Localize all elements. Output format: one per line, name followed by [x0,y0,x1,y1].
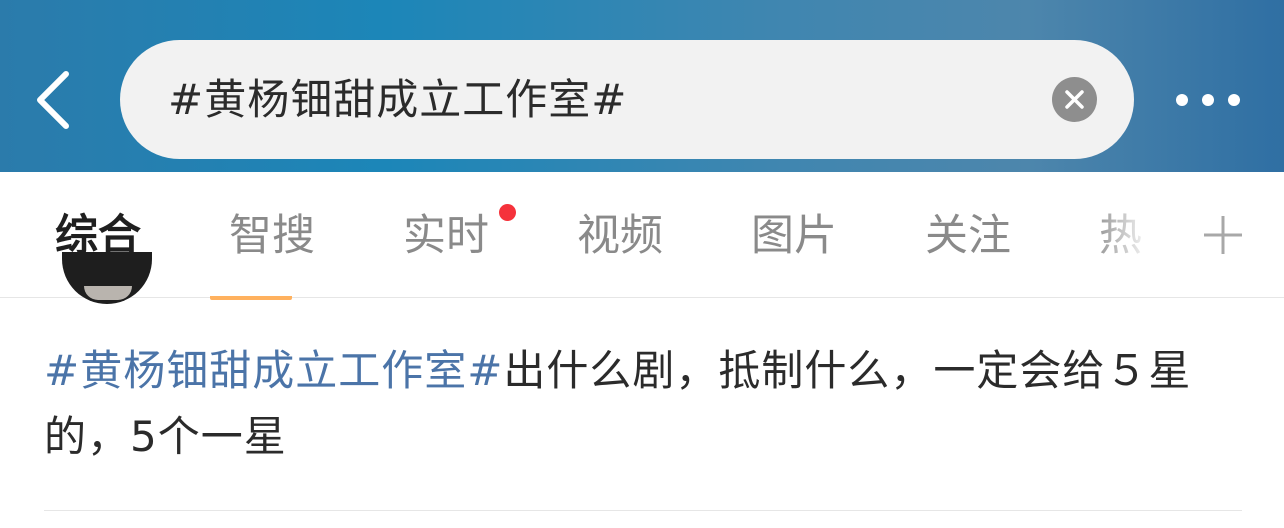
avatar-image [84,286,132,300]
tab-video[interactable]: 视频 [577,208,663,264]
search-input[interactable]: #黄杨钿甜成立工作室# [120,40,1134,159]
chevron-left-icon [37,71,69,129]
tab-smart-search[interactable]: 智搜 [229,208,315,264]
hashtag-link[interactable]: #黄杨钿甜成立工作室# [44,346,503,395]
more-dots-icon [1176,94,1240,106]
tab-following[interactable]: 关注 [925,208,1011,264]
top-header: #黄杨钿甜成立工作室# [0,0,1284,172]
close-icon [1065,90,1084,109]
plus-icon [1204,216,1242,254]
tab-bar: 综合 智搜 实时 视频 图片 关注 热 [0,172,1284,298]
member-badge [210,296,292,300]
divider [44,510,1242,511]
more-button[interactable] [1166,80,1246,120]
realtime-notification-dot [499,204,516,221]
tab-hot[interactable]: 热 [1099,208,1142,264]
back-button[interactable] [28,60,88,140]
search-query: #黄杨钿甜成立工作室# [168,75,628,124]
clear-button[interactable] [1052,77,1097,122]
post-text: #黄杨钿甜成立工作室#出什么剧，抵制什么，一定会给５星的，5个一星 [44,338,1244,470]
tab-images[interactable]: 图片 [751,208,837,264]
add-tab-button[interactable] [1200,212,1246,258]
tab-realtime[interactable]: 实时 [403,208,489,264]
